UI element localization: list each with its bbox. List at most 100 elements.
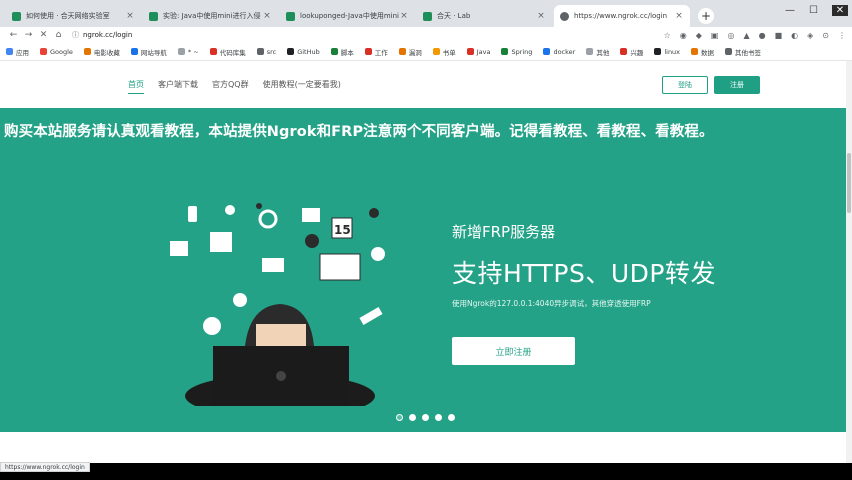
bookmark-item[interactable]: 电影收藏 [83,47,120,57]
close-icon[interactable]: × [674,11,684,21]
carousel-dot[interactable] [409,414,416,421]
register-button[interactable]: 注册 [714,76,760,94]
bookmark-icon [287,48,295,55]
bookmark-item[interactable]: 数据 [691,47,714,57]
bookmark-item[interactable]: 应用 [6,47,29,57]
share-icon [371,247,385,261]
browser-tab-active[interactable]: https://www.ngrok.cc/login × [554,5,690,27]
bookmark-label: 其他 [596,48,610,57]
info-icon[interactable]: ⓘ [72,30,79,40]
maximize-button[interactable]: ☐ [809,5,818,16]
carousel-dot[interactable] [396,414,403,421]
nav-home[interactable]: 首页 [128,79,144,94]
scrollbar-thumb[interactable] [847,153,851,213]
bookmark-item[interactable]: src [256,48,276,56]
menu-icon[interactable]: ⋮ [838,31,846,40]
carousel-dot[interactable] [422,414,429,421]
calendar-day: 15 [334,223,351,237]
nav-client-download[interactable]: 客户端下载 [158,79,198,94]
page-scrollbar[interactable] [846,61,852,463]
bookmark-icon [466,48,474,55]
close-icon[interactable]: × [262,11,272,21]
bookmark-item[interactable]: Spring [501,48,532,56]
login-button[interactable]: 登陆 [662,76,708,94]
home-icon[interactable]: ⌂ [51,30,66,40]
phone-icon [188,206,197,222]
bookmark-label: Java [476,47,491,56]
close-window-button[interactable]: ✕ [832,5,848,16]
shield-icon [286,11,295,21]
hero-subtitle: 使用Ngrok的127.0.0.1:4040异步调试，其他穿透使用FRP [452,299,651,308]
profile-icon[interactable]: ⊙ [822,31,829,40]
extension-icon[interactable]: ◈ [807,31,813,40]
toolbar-extensions: ☆ ◉ ◆ ▣ ◎ ▲ ● ■ ◐ ◈ ⊙ ⋮ [664,31,846,40]
bookmark-item[interactable]: GitHub [287,48,320,56]
bookmark-icon [130,48,138,55]
browser-tab[interactable]: 实验: Java中使用mini进行入侵 × [143,5,278,27]
hero-banner: 购买本站服务请认真观看教程，本站提供Ngrok和FRP注意两个不同客户端。记得看… [0,108,846,432]
extension-icon[interactable]: ▣ [711,31,719,40]
forward-button[interactable]: → [21,30,36,40]
bookmark-item[interactable]: * ~ [177,48,199,56]
bookmark-icon [83,48,91,55]
bookmark-item[interactable]: 网站导航 [130,47,167,57]
register-now-button[interactable]: 立即注册 [452,337,575,365]
hero-kicker: 新增FRP服务器 [452,223,556,241]
bookmark-item[interactable]: Google [40,48,73,56]
bookmark-label: 应用 [16,48,29,57]
web-page: 首页 客户端下载 官方QQ群 使用教程(一定要看我) 登陆 注册 购买本站服务请… [0,61,846,463]
extension-icon[interactable]: ◎ [727,31,734,40]
nav-tutorial[interactable]: 使用教程(一定要看我) [263,79,341,94]
bookmark-item[interactable]: 书单 [432,47,456,57]
carousel-dot[interactable] [448,414,455,421]
extension-icon[interactable]: ● [759,31,766,40]
notice-text: 购买本站服务请认真观看教程，本站提供Ngrok和FRP注意两个不同客户端。记得看… [4,124,714,140]
extension-icon[interactable]: ◉ [680,31,687,40]
carousel-dot[interactable] [435,414,442,421]
tab-title: lookuponged-Java中使用mini中 [300,12,399,20]
extension-icon[interactable]: ▲ [743,31,749,40]
browser-tab[interactable]: lookuponged-Java中使用mini中 × [280,5,415,27]
extension-icon[interactable]: ◆ [696,31,702,40]
bookmark-item[interactable]: 其他书签 [725,47,761,57]
bookmark-item[interactable]: 其他 [586,47,609,57]
site-header: 首页 客户端下载 官方QQ群 使用教程(一定要看我) 登陆 注册 [0,61,846,109]
bookmark-item[interactable]: 兴趣 [620,47,643,57]
minimize-button[interactable]: — [785,5,795,16]
star-icon[interactable]: ☆ [664,31,671,40]
tab-title: 实验: Java中使用mini进行入侵 [163,12,261,20]
chart-card-icon [210,232,232,252]
bookmark-icon [6,48,13,55]
rocket-icon [369,208,379,218]
nav-qq-group[interactable]: 官方QQ群 [212,79,249,94]
bookmark-label: Google [50,47,73,56]
bookmark-item[interactable]: 代码库集 [209,47,246,57]
stop-button[interactable]: ✕ [36,30,51,40]
bookmark-label: 代码库集 [219,48,246,57]
new-tab-button[interactable]: + [698,8,714,24]
bookmark-item[interactable]: 漏洞 [398,47,422,57]
status-url: https://www.ngrok.cc/login [0,462,90,472]
bookmark-item[interactable]: Java [466,47,491,56]
bookmark-item[interactable]: linux [654,48,680,56]
extension-icon[interactable]: ◐ [791,31,798,40]
close-icon[interactable]: × [399,11,409,21]
bookmark-icon [620,48,628,55]
back-button[interactable]: ← [6,30,21,40]
bookmark-item[interactable]: 脚本 [330,47,354,57]
close-icon[interactable]: × [125,11,135,21]
shield-icon [12,11,21,21]
bookmark-label: 电影收藏 [93,48,120,57]
bookmark-icon [177,48,185,55]
developer-illustration: 15 [170,203,385,406]
bookmark-item[interactable]: docker [543,48,575,56]
extension-icon[interactable]: ■ [775,31,783,40]
bookmark-icon [364,48,372,55]
browser-tab[interactable]: 合天 · Lab × [417,5,552,27]
bookmark-icon [330,48,338,55]
close-icon[interactable]: × [536,11,546,21]
address-bar[interactable]: ⓘ ngrok.cc/login [72,28,664,42]
browser-tab[interactable]: 如何使用 · 合天网络实验室 × [6,5,141,27]
bookmark-item[interactable]: 工作 [364,47,388,57]
bookmark-label: 其他书签 [735,48,762,57]
